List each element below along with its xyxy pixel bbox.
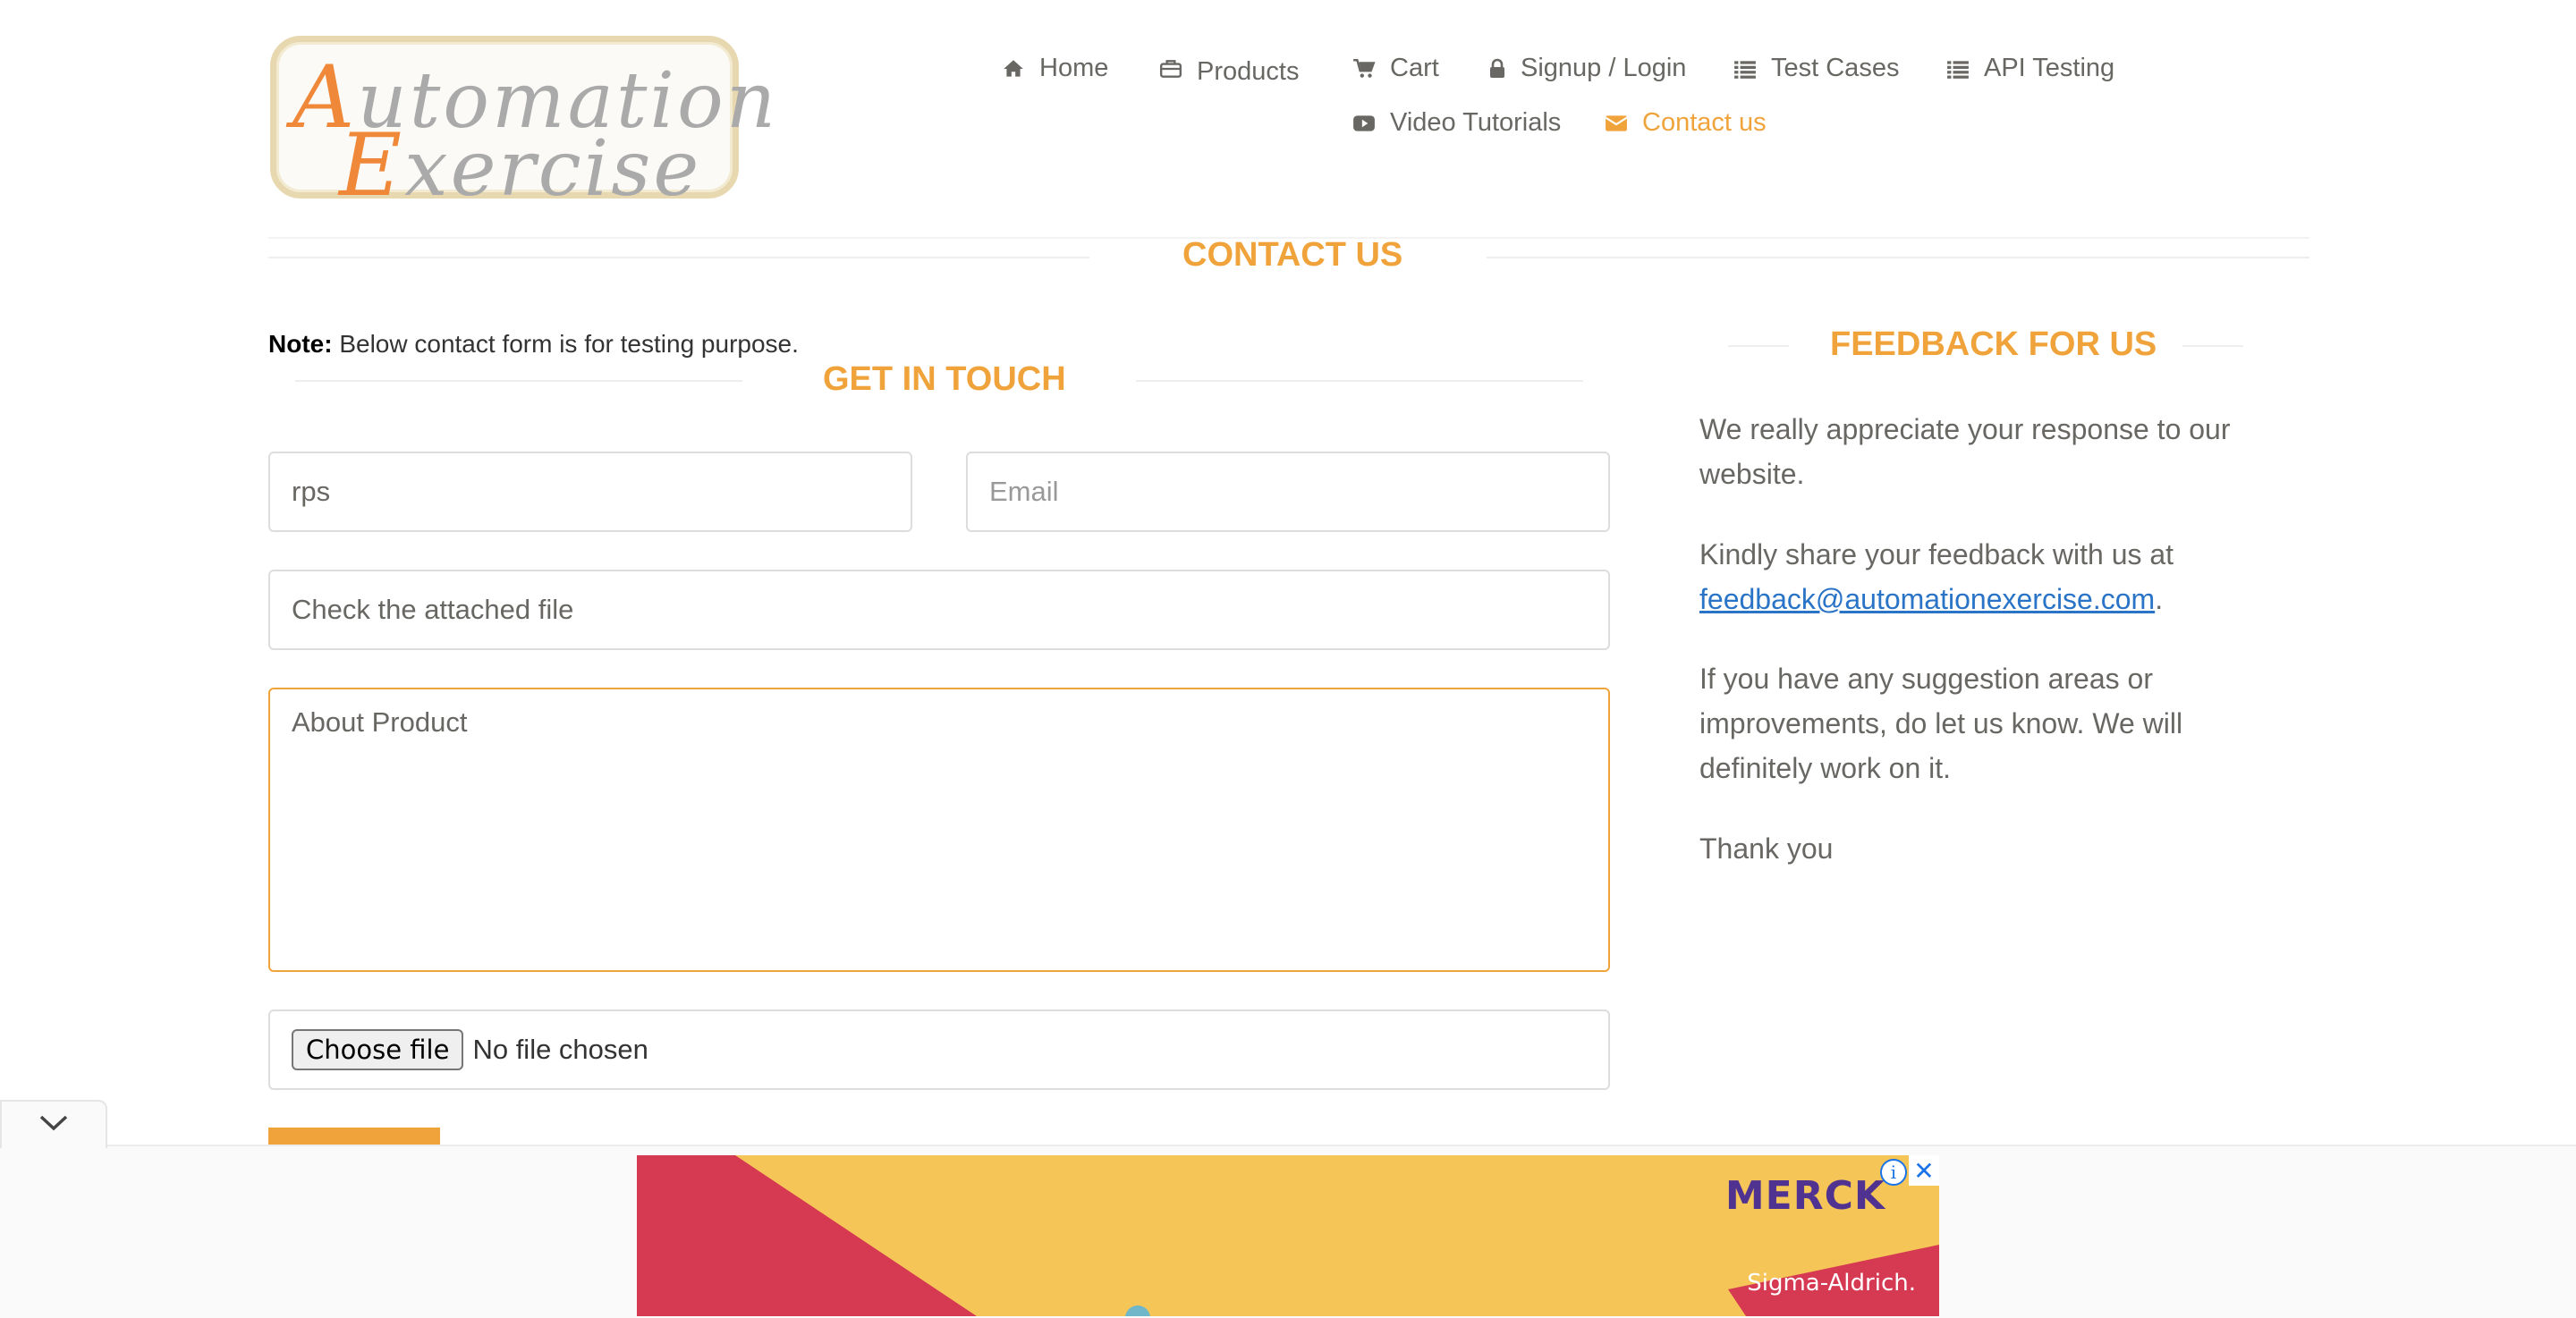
nav-cart-label: Cart <box>1390 54 1439 82</box>
ad-collapse-toggle[interactable] <box>0 1100 107 1148</box>
feedback-paragraph-1: We really appreciate your response to ou… <box>1699 413 2231 490</box>
message-textarea[interactable]: About Product <box>268 688 1610 972</box>
nav-api-testing[interactable]: API Testing <box>1946 54 2114 83</box>
list-icon <box>1946 57 1970 80</box>
ad-close-icon[interactable]: ✕ <box>1909 1155 1939 1186</box>
cart-icon <box>1352 57 1376 80</box>
nav-video-tutorials[interactable]: Video Tutorials <box>1352 108 1561 138</box>
nav-signup-login-label: Signup / Login <box>1521 54 1687 82</box>
page-title: Contact Us <box>1182 236 1403 274</box>
get-in-touch-rule-left <box>295 380 742 382</box>
nav-api-testing-label: API Testing <box>1984 54 2115 82</box>
nav-signup-login[interactable]: Signup / Login <box>1488 54 1686 83</box>
nav-test-cases[interactable]: Test Cases <box>1733 54 1899 83</box>
list-icon <box>1733 57 1757 80</box>
title-rule-right <box>1487 257 2309 258</box>
youtube-icon <box>1352 112 1376 135</box>
form-note: Note: Below contact form is for testing … <box>268 330 799 358</box>
get-in-touch-rule-right <box>1136 380 1583 382</box>
nav-contact-us-label: Contact us <box>1642 108 1767 137</box>
nav-video-tutorials-label: Video Tutorials <box>1390 108 1562 137</box>
feedback-heading: Feedback For Us <box>1830 325 2157 363</box>
feedback-thanks: Thank you <box>1699 832 1834 865</box>
nav-test-cases-label: Test Cases <box>1771 54 1900 82</box>
home-icon <box>1002 57 1025 80</box>
file-upload: Choose file No file chosen <box>268 1010 1610 1090</box>
nav-products-label: Products <box>1197 57 1300 86</box>
briefcase-icon <box>1159 57 1182 80</box>
feedback-rule-left <box>1728 345 1789 347</box>
envelope-icon <box>1605 112 1628 135</box>
ad-sub-brand: Sigma-Aldrich. <box>1747 1270 1916 1297</box>
chevron-down-icon <box>38 1114 69 1136</box>
feedback-email-link[interactable]: feedback@automationexercise.com <box>1699 583 2155 615</box>
nav-home[interactable]: Home <box>1002 54 1108 83</box>
feedback-paragraph-3: If you have any suggestion areas or impr… <box>1699 663 2183 784</box>
nav-products[interactable]: Products <box>1159 54 1299 86</box>
nav-cart[interactable]: Cart <box>1352 54 1439 83</box>
nav-contact-us[interactable]: Contact us <box>1605 108 1767 138</box>
subject-input[interactable] <box>268 570 1610 650</box>
email-input[interactable] <box>966 452 1610 532</box>
submit-button[interactable] <box>268 1128 440 1145</box>
choose-file-button[interactable]: Choose file <box>292 1029 464 1070</box>
feedback-paragraph-2: Kindly share your feedback with us at fe… <box>1699 538 2174 615</box>
feedback-rule-right <box>2182 345 2243 347</box>
title-rule-left <box>268 257 1089 258</box>
get-in-touch-heading: Get In Touch <box>823 360 1066 398</box>
ad-info-icon[interactable]: i <box>1880 1159 1907 1186</box>
name-input[interactable] <box>268 452 912 532</box>
ad-creative[interactable]: MERCK Sigma-Aldrich. i ✕ <box>637 1155 1939 1316</box>
lock-icon <box>1488 57 1506 80</box>
nav-home-label: Home <box>1039 54 1109 82</box>
logo-line-2: Exercise <box>339 115 702 215</box>
site-logo[interactable]: Automation Exercise <box>270 36 775 215</box>
file-status: No file chosen <box>472 1034 648 1065</box>
ad-brand-logo: MERCK <box>1724 1173 1885 1219</box>
